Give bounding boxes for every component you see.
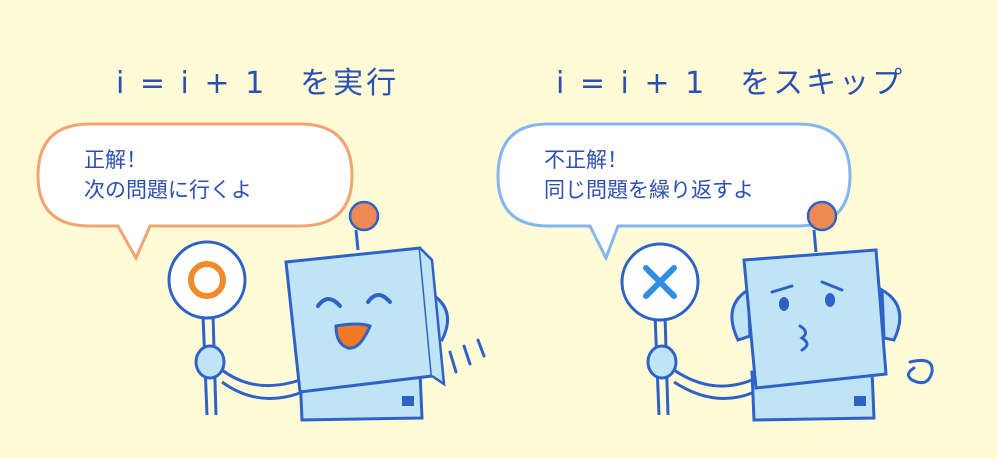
bubble-text-right: 不正解！ 同じ問題を繰り返すよ xyxy=(544,145,754,205)
bubble-left-line1: 正解！ xyxy=(84,148,147,172)
antenna-ball-right xyxy=(806,200,838,232)
bubble-right-line2: 同じ問題を繰り返すよ xyxy=(544,178,754,202)
heading-execute: i = i + 1 を実行 xyxy=(116,66,400,101)
bubble-left-line2: 次の問題に行くよ xyxy=(84,178,252,202)
heading-skip: i = i + 1 をスキップ xyxy=(556,66,906,101)
robot-left xyxy=(167,200,486,422)
answer-sign-left xyxy=(167,240,247,320)
antenna-ball-left xyxy=(348,200,380,232)
robot-right xyxy=(620,200,934,422)
robot-head-left xyxy=(284,246,434,394)
bubble-right-line1: 不正解！ xyxy=(544,148,628,172)
bubble-text-left: 正解！ 次の問題に行くよ xyxy=(84,145,252,205)
robot-head-right xyxy=(742,248,888,390)
